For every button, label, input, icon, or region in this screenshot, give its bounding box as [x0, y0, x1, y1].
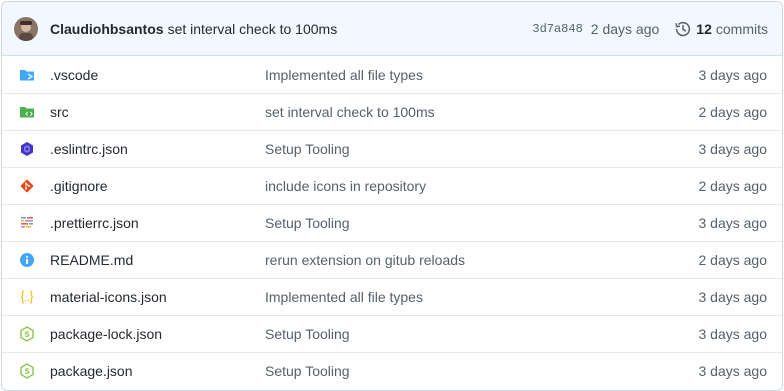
file-row[interactable]: .eslintrc.json Setup Tooling 3 days ago [2, 130, 782, 167]
file-name-link[interactable]: src [50, 104, 265, 120]
file-name-link[interactable]: .prettierrc.json [50, 215, 265, 231]
file-name-link[interactable]: README.md [50, 252, 265, 268]
file-row[interactable]: src set interval check to 100ms 2 days a… [2, 93, 782, 130]
json-icon [19, 289, 35, 305]
src-folder-icon [19, 104, 35, 120]
file-row[interactable]: .vscode Implemented all file types 3 day… [2, 56, 782, 93]
file-name-link[interactable]: package.json [50, 363, 265, 379]
commit-message-link[interactable]: set interval check to 100ms [168, 21, 338, 37]
vscode-folder-icon [19, 67, 35, 83]
file-commit-message-link[interactable]: Implemented all file types [265, 67, 699, 83]
nodejs-icon [19, 326, 35, 342]
file-age: 3 days ago [698, 363, 768, 379]
file-age: 3 days ago [698, 66, 768, 83]
git-icon [19, 178, 35, 194]
nodejs-icon [19, 363, 35, 379]
file-row[interactable]: .gitignore include icons in repository 2… [2, 167, 782, 204]
file-age: 2 days ago [698, 252, 768, 268]
file-commit-message-link[interactable]: Setup Tooling [265, 215, 699, 231]
file-commit-message-link[interactable]: Setup Tooling [265, 326, 699, 342]
info-icon [19, 252, 35, 268]
file-name-link[interactable]: package-lock.json [50, 326, 265, 342]
file-age: 2 days ago [698, 104, 768, 120]
file-row[interactable]: material-icons.json Implemented all file… [2, 278, 782, 315]
file-age: 3 days ago [698, 289, 768, 305]
eslint-icon [19, 141, 35, 157]
file-name-link[interactable]: .eslintrc.json [50, 141, 265, 157]
file-name-link[interactable]: .gitignore [50, 178, 265, 194]
latest-commit-header: Claudiohbsantos set interval check to 10… [2, 2, 782, 56]
commit-sha-link[interactable]: 3d7a848 [532, 22, 582, 36]
file-age: 3 days ago [698, 141, 768, 157]
file-commit-message-link[interactable]: rerun extension on gitub reloads [265, 252, 699, 268]
file-name-link[interactable]: material-icons.json [50, 289, 265, 305]
file-age: 2 days ago [698, 178, 768, 194]
file-age: 3 days ago [698, 326, 768, 342]
file-commit-message-link[interactable]: include icons in repository [265, 178, 699, 194]
history-icon [675, 21, 691, 36]
file-commit-message-link[interactable]: Setup Tooling [265, 363, 699, 379]
prettier-icon [19, 215, 35, 231]
commit-age: 2 days ago [590, 20, 660, 37]
file-commit-message-link[interactable]: Setup Tooling [265, 141, 699, 157]
commit-label: commits [715, 20, 768, 37]
file-age: 3 days ago [698, 215, 768, 231]
commits-link[interactable]: 12 commits [675, 21, 768, 37]
file-browser: Claudiohbsantos set interval check to 10… [1, 1, 783, 391]
file-commit-message-link[interactable]: set interval check to 100ms [265, 104, 699, 120]
file-list: .vscode Implemented all file types 3 day… [2, 56, 782, 389]
commit-author-link[interactable]: Claudiohbsantos [50, 21, 164, 37]
commit-count: 12 [696, 20, 712, 37]
file-row[interactable]: package.json Setup Tooling 3 days ago [2, 352, 782, 389]
file-row[interactable]: README.md rerun extension on gitub reloa… [2, 241, 782, 278]
file-row[interactable]: .prettierrc.json Setup Tooling 3 days ag… [2, 204, 782, 241]
file-row[interactable]: package-lock.json Setup Tooling 3 days a… [2, 315, 782, 352]
file-commit-message-link[interactable]: Implemented all file types [265, 289, 699, 305]
file-name-link[interactable]: .vscode [50, 67, 265, 83]
avatar[interactable] [14, 16, 38, 41]
